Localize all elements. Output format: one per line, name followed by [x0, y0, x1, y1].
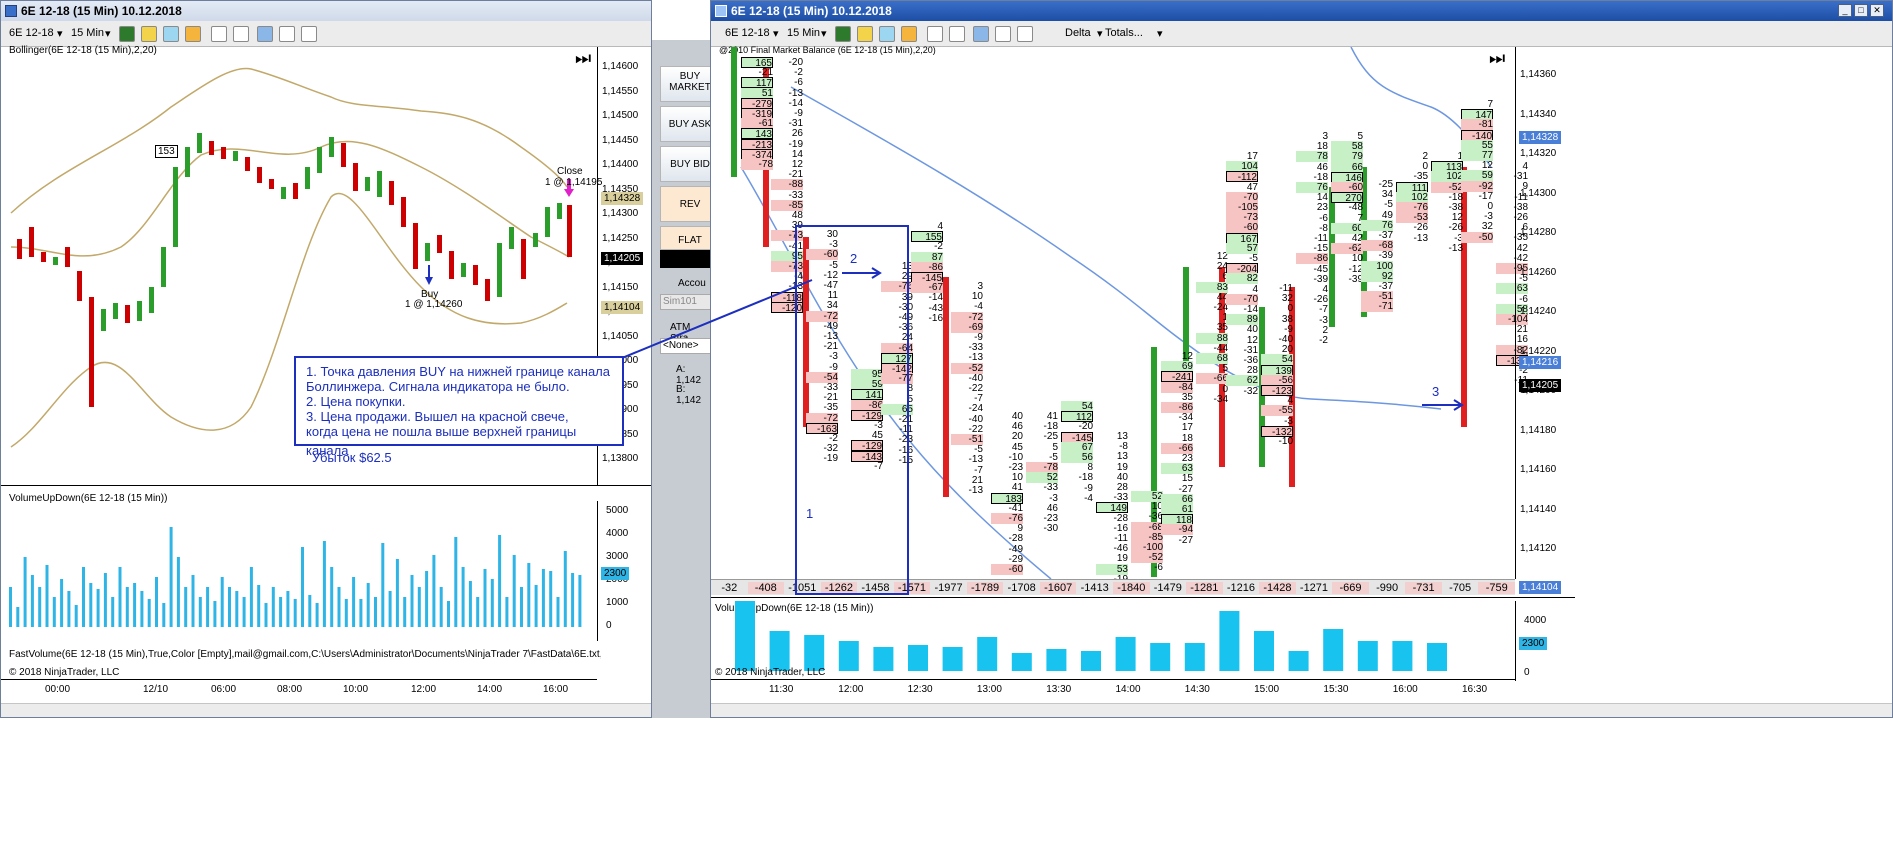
arrow-3-icon — [1422, 399, 1464, 411]
loss-label: Убыток $62.5 — [312, 450, 392, 465]
annotation-3: 3 — [1432, 384, 1440, 399]
arrow-2-icon — [842, 267, 882, 279]
annotation-2: 2 — [850, 251, 858, 266]
annotation-1: 1 — [806, 506, 814, 521]
highlight-box — [795, 225, 909, 595]
trade-note-box: 1. Точка давления BUY на нижней границе … — [294, 356, 624, 458]
annotation-overlay — [621, 225, 1464, 595]
pointer-line — [621, 279, 813, 359]
